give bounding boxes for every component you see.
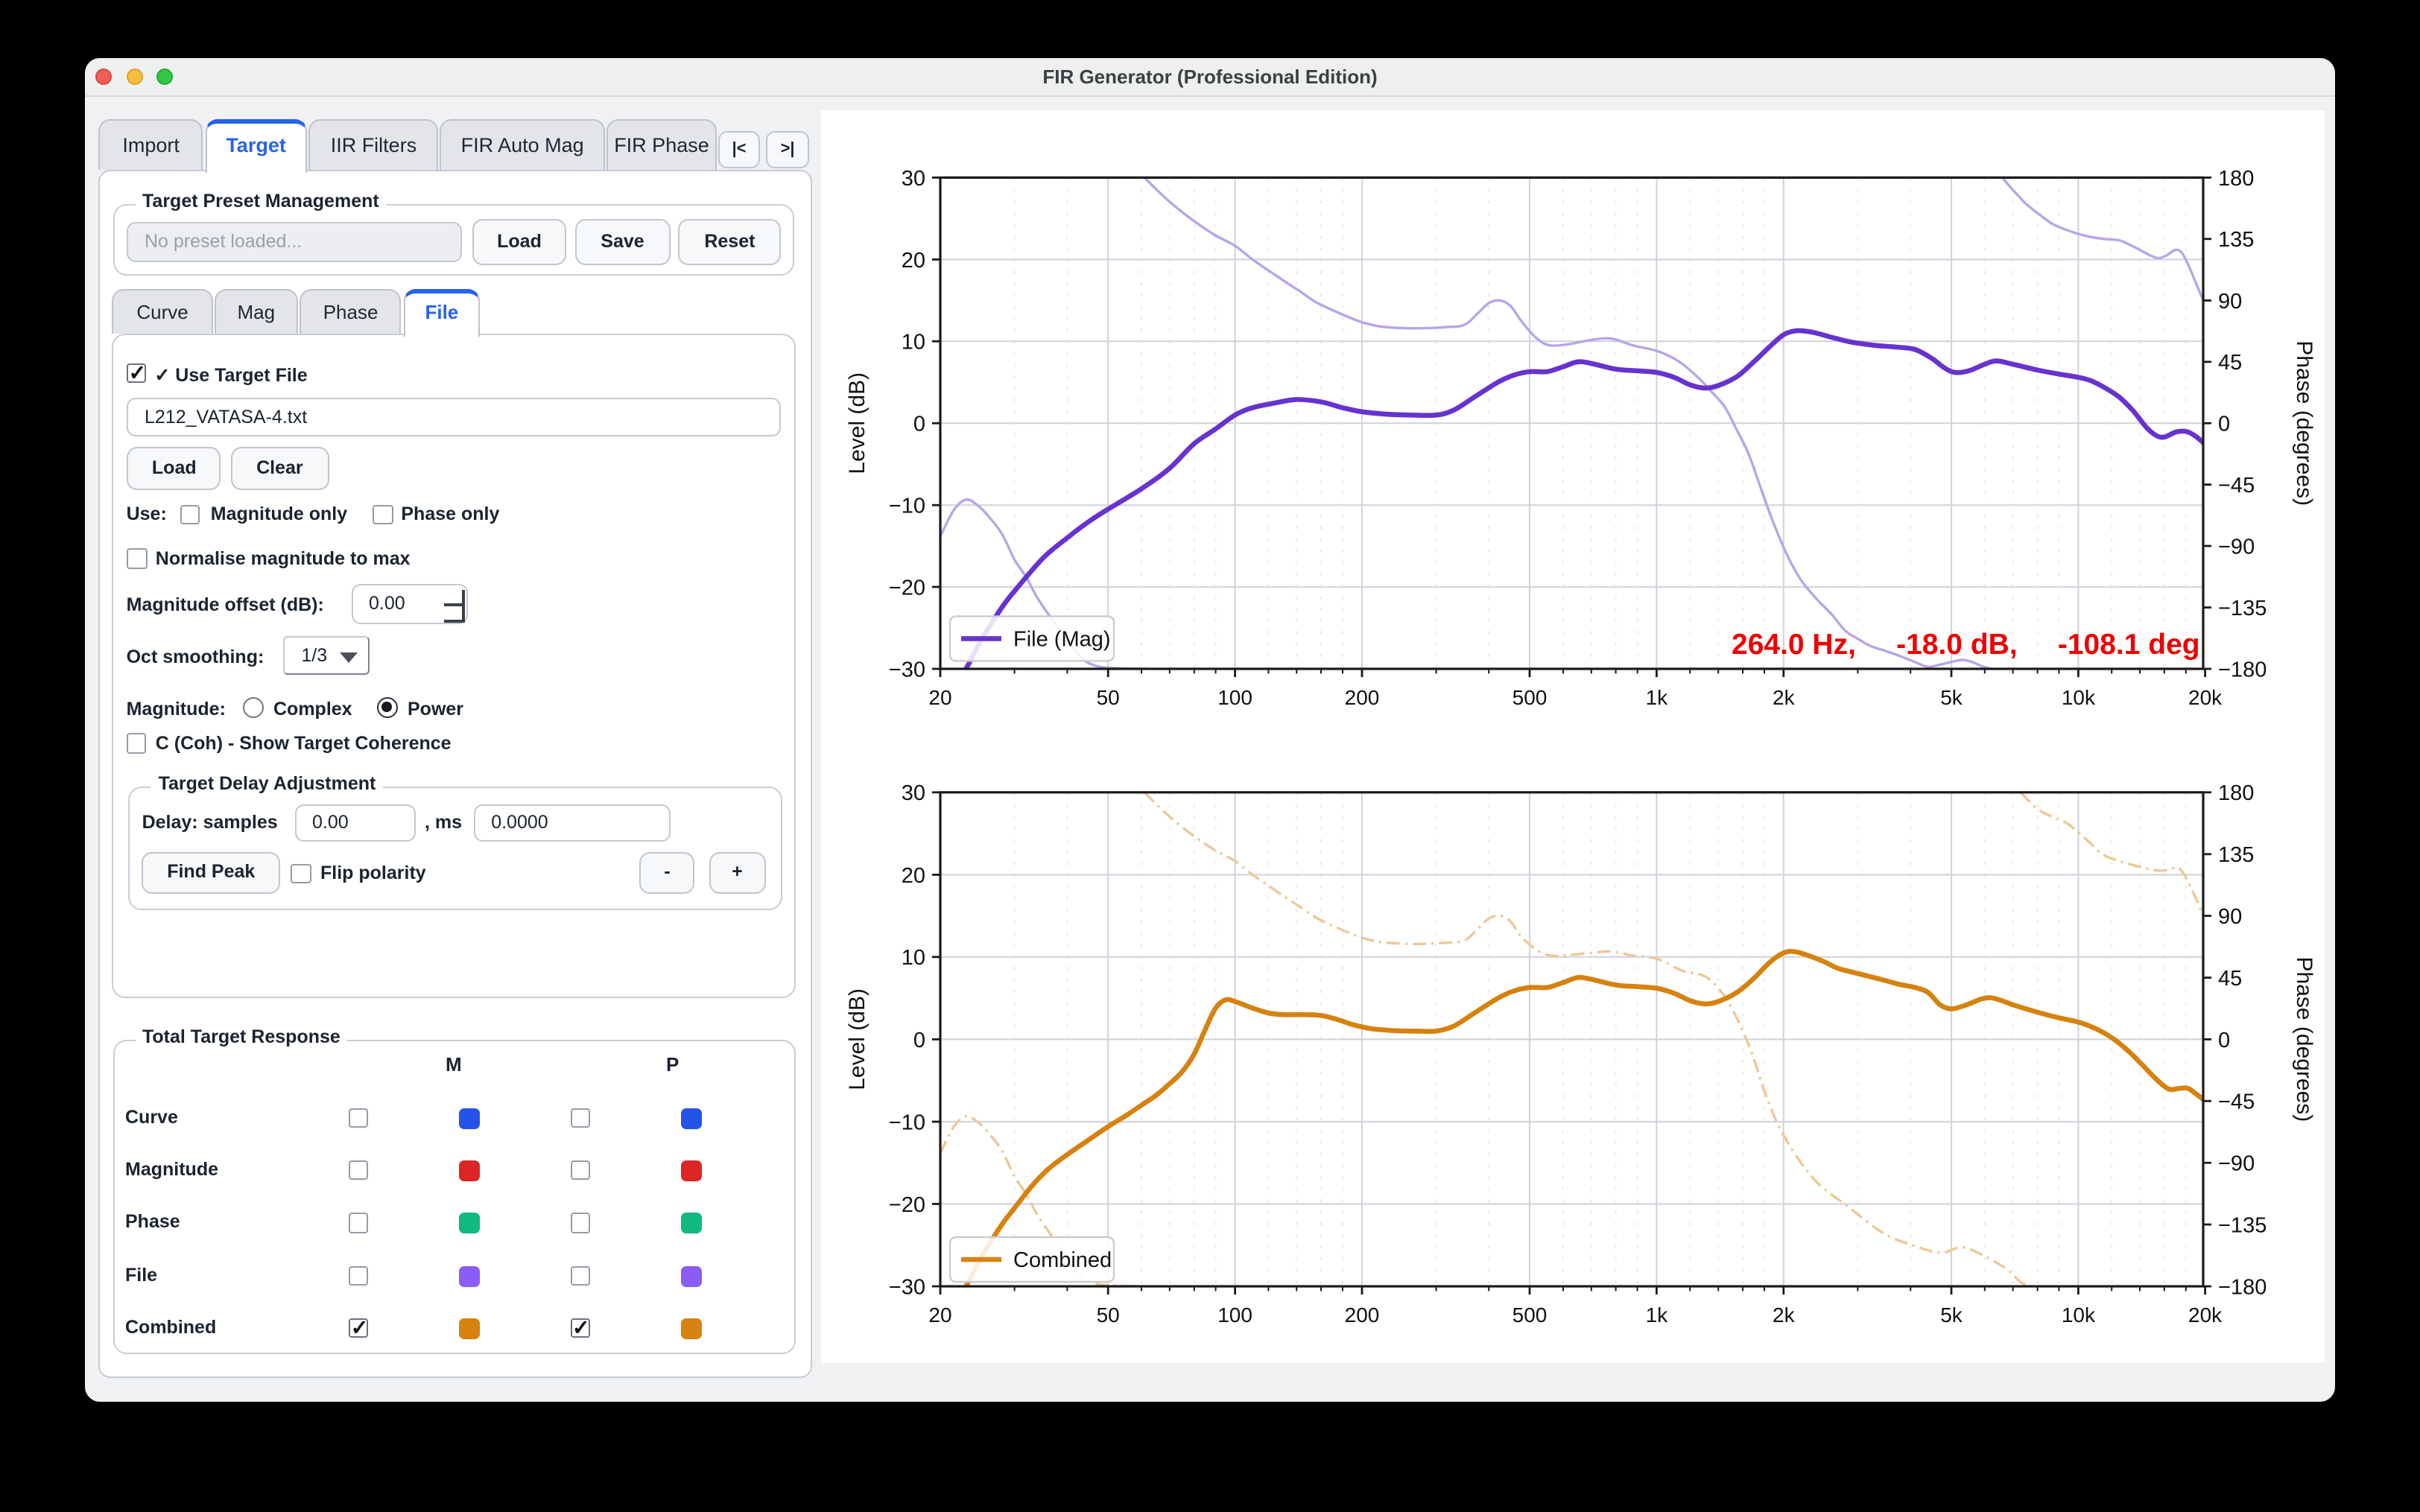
svg-text:1k: 1k bbox=[1646, 1303, 1669, 1327]
svg-text:180: 180 bbox=[2218, 167, 2254, 191]
svg-text:30: 30 bbox=[902, 781, 925, 805]
svg-text:20: 20 bbox=[902, 249, 925, 273]
svg-text:500: 500 bbox=[1512, 1303, 1548, 1327]
svg-text:−90: −90 bbox=[2218, 1152, 2255, 1176]
svg-text:2k: 2k bbox=[1773, 686, 1796, 709]
svg-text:1k: 1k bbox=[1646, 686, 1669, 709]
svg-text:−20: −20 bbox=[889, 576, 925, 600]
svg-text:−135: −135 bbox=[2218, 1213, 2267, 1237]
svg-text:500: 500 bbox=[1512, 686, 1548, 709]
svg-text:135: 135 bbox=[2218, 843, 2254, 867]
svg-text:10k: 10k bbox=[2062, 1303, 2096, 1327]
svg-text:10: 10 bbox=[902, 946, 925, 970]
svg-text:20k: 20k bbox=[2188, 686, 2223, 709]
svg-text:−45: −45 bbox=[2218, 1090, 2255, 1114]
svg-text:20: 20 bbox=[902, 864, 925, 888]
svg-text:0: 0 bbox=[2218, 1029, 2230, 1052]
svg-text:45: 45 bbox=[2218, 967, 2242, 991]
svg-text:−45: −45 bbox=[2218, 474, 2255, 498]
svg-text:90: 90 bbox=[2218, 905, 2242, 929]
svg-text:−30: −30 bbox=[889, 658, 925, 682]
svg-text:Level (dB): Level (dB) bbox=[845, 372, 870, 474]
svg-text:−180: −180 bbox=[2218, 1275, 2267, 1299]
svg-text:20: 20 bbox=[928, 686, 951, 709]
svg-text:20k: 20k bbox=[2188, 1303, 2223, 1327]
svg-text:100: 100 bbox=[1217, 1303, 1252, 1327]
svg-text:5k: 5k bbox=[1940, 1303, 1963, 1327]
svg-text:50: 50 bbox=[1097, 1303, 1120, 1327]
svg-text:Level (dB): Level (dB) bbox=[845, 988, 870, 1090]
svg-text:Phase (degrees): Phase (degrees) bbox=[2292, 340, 2316, 506]
svg-text:0: 0 bbox=[913, 413, 925, 436]
svg-text:100: 100 bbox=[1217, 686, 1252, 709]
svg-text:135: 135 bbox=[2218, 228, 2254, 252]
svg-text:50: 50 bbox=[1097, 686, 1120, 709]
svg-text:0: 0 bbox=[2218, 413, 2230, 436]
svg-text:0: 0 bbox=[913, 1029, 925, 1052]
svg-text:200: 200 bbox=[1345, 686, 1380, 709]
svg-text:200: 200 bbox=[1345, 1303, 1380, 1327]
svg-text:90: 90 bbox=[2218, 290, 2242, 314]
svg-text:30: 30 bbox=[902, 167, 925, 191]
svg-text:−10: −10 bbox=[889, 495, 925, 518]
svg-text:Phase (degrees): Phase (degrees) bbox=[2292, 957, 2316, 1122]
svg-text:−90: −90 bbox=[2218, 535, 2255, 559]
svg-text:5k: 5k bbox=[1940, 686, 1963, 709]
svg-text:45: 45 bbox=[2218, 351, 2242, 375]
svg-text:180: 180 bbox=[2218, 781, 2254, 805]
svg-text:File (Mag): File (Mag) bbox=[1013, 627, 1111, 651]
svg-text:−10: −10 bbox=[889, 1111, 925, 1134]
svg-text:264.0 Hz, -18.0 dB, -1: 264.0 Hz, -18.0 dB, -108.1 deg bbox=[1732, 629, 2200, 661]
svg-text:10: 10 bbox=[902, 331, 925, 355]
svg-text:20: 20 bbox=[928, 1303, 951, 1327]
svg-text:2k: 2k bbox=[1773, 1303, 1796, 1327]
svg-text:−180: −180 bbox=[2218, 658, 2267, 682]
svg-text:−30: −30 bbox=[889, 1275, 925, 1299]
svg-text:−135: −135 bbox=[2218, 597, 2267, 620]
svg-text:10k: 10k bbox=[2062, 686, 2096, 709]
svg-text:−20: −20 bbox=[889, 1193, 925, 1217]
svg-text:Combined: Combined bbox=[1013, 1248, 1112, 1272]
